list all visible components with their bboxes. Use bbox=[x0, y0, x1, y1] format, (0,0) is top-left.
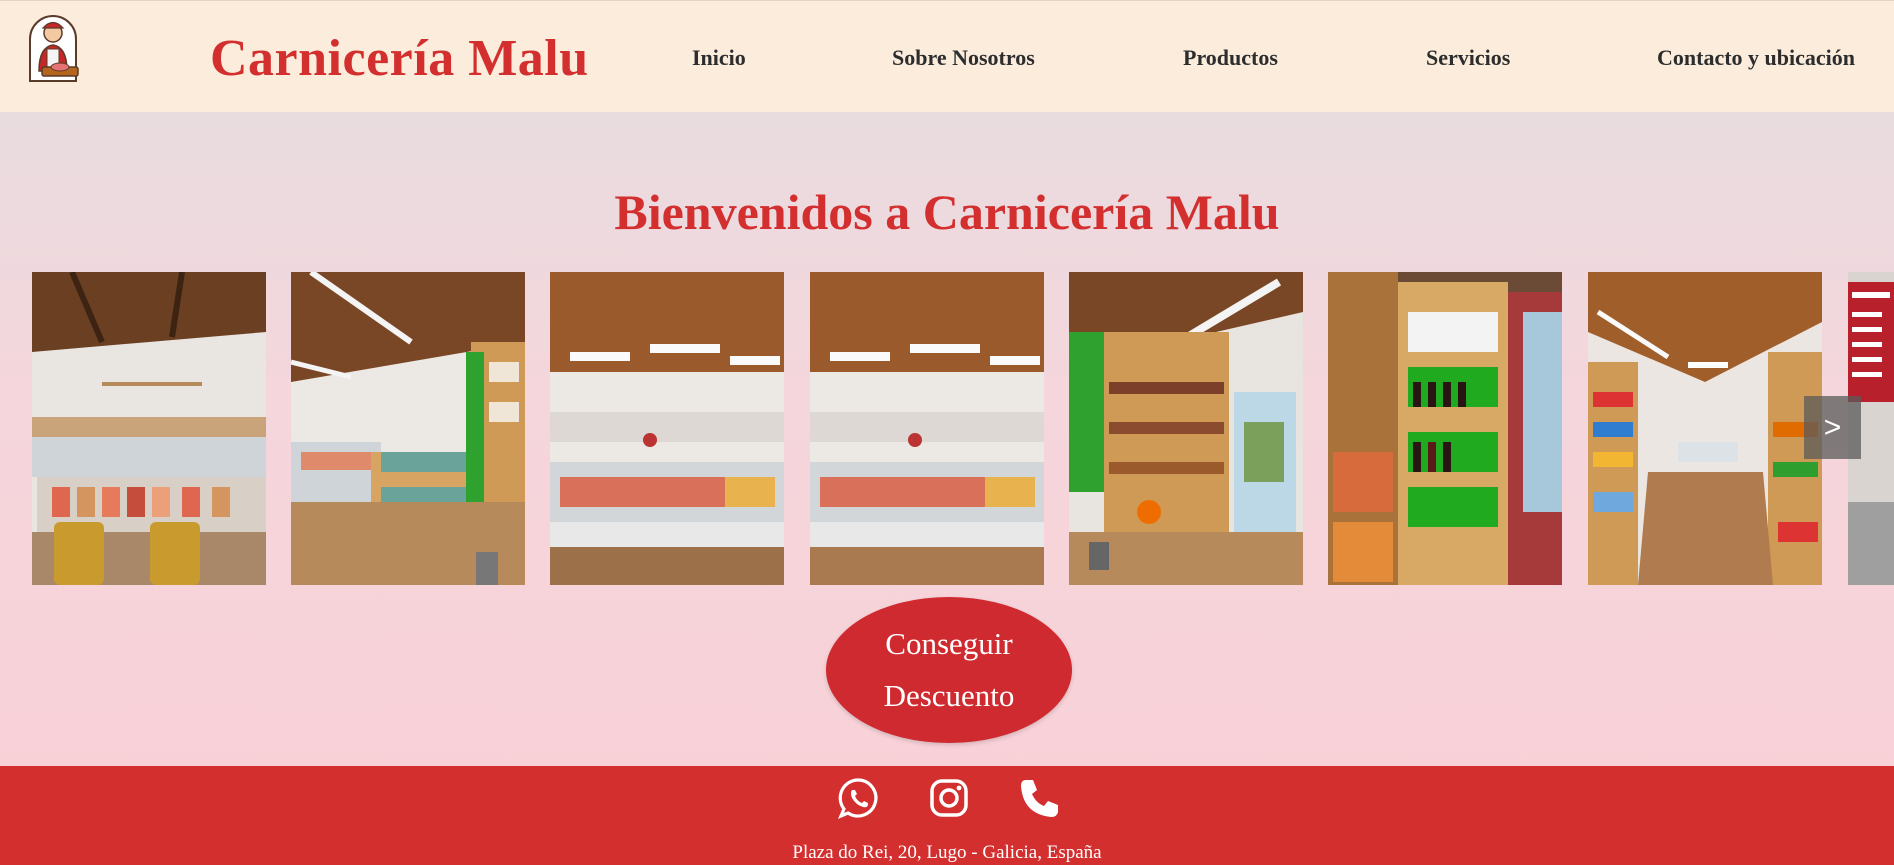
nav-productos[interactable]: Productos bbox=[1183, 45, 1278, 71]
photo-carousel[interactable] bbox=[0, 272, 1894, 585]
nav-servicios[interactable]: Servicios bbox=[1426, 45, 1510, 71]
instagram-icon[interactable] bbox=[927, 776, 971, 820]
gallery-photo bbox=[550, 272, 784, 585]
phone-icon[interactable] bbox=[1017, 776, 1061, 820]
carousel-next-button[interactable]: > bbox=[1804, 396, 1861, 459]
brand-title[interactable]: Carnicería Malu bbox=[210, 29, 589, 88]
hero-title: Bienvenidos a Carnicería Malu bbox=[614, 184, 1280, 240]
cta-line1: Conseguir bbox=[885, 626, 1013, 661]
site-footer: Plaza do Rei, 20, Lugo - Galicia, España bbox=[0, 766, 1894, 865]
gallery-photo bbox=[1328, 272, 1562, 585]
gallery-photo bbox=[1069, 272, 1303, 585]
gallery-photo bbox=[1588, 272, 1822, 585]
site-header: Carnicería Malu Inicio Sobre Nosotros Pr… bbox=[0, 0, 1894, 112]
gallery-photo bbox=[32, 272, 266, 585]
nav-contacto-ubicacion[interactable]: Contacto y ubicación bbox=[1657, 45, 1855, 71]
footer-address: Plaza do Rei, 20, Lugo - Galicia, España bbox=[792, 842, 1102, 863]
whatsapp-icon[interactable] bbox=[837, 776, 881, 820]
nav-inicio[interactable]: Inicio bbox=[692, 45, 746, 71]
get-discount-button[interactable]: Conseguir Descuento bbox=[826, 597, 1072, 743]
gallery-photo bbox=[810, 272, 1044, 585]
cta-line2: Descuento bbox=[883, 678, 1015, 713]
nav-sobre-nosotros[interactable]: Sobre Nosotros bbox=[892, 45, 1035, 71]
gallery-photo bbox=[291, 272, 525, 585]
butcher-logo-icon[interactable] bbox=[22, 11, 84, 83]
